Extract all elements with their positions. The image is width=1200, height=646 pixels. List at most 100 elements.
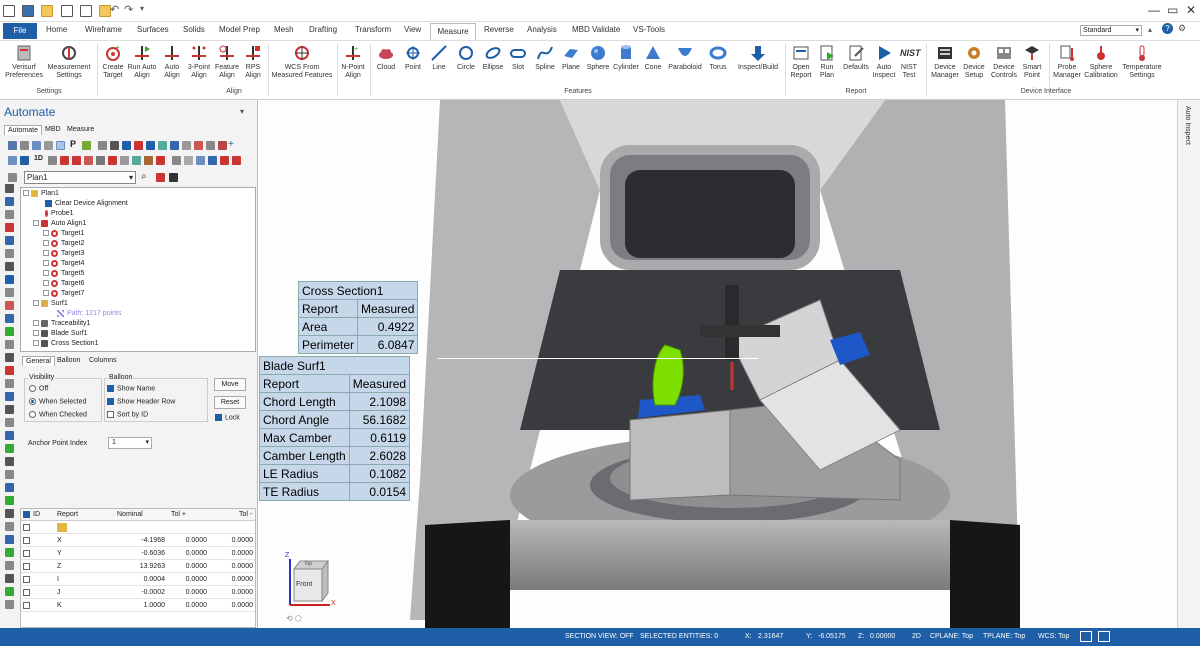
- auto-inspect-panel-tab[interactable]: Auto Inspect: [1177, 100, 1200, 628]
- toolbar-icon[interactable]: [146, 141, 155, 150]
- view-nav-icons[interactable]: ⟲ ⬡: [286, 614, 302, 623]
- toolstrip-icon[interactable]: [5, 340, 14, 349]
- view-mode-toggle[interactable]: 2D: [912, 633, 921, 640]
- checkbox-icon[interactable]: [23, 537, 30, 544]
- tree-node[interactable]: Surf1: [33, 299, 68, 308]
- toolbar-icon[interactable]: [84, 156, 93, 165]
- table-row[interactable]: Y -0.6036 0.0000 0.0000: [21, 548, 255, 560]
- tab-solids[interactable]: Solids: [183, 25, 205, 34]
- tab-mesh[interactable]: Mesh: [274, 25, 294, 34]
- toolstrip-icon[interactable]: [5, 236, 14, 245]
- tree-node[interactable]: Target6: [43, 279, 84, 288]
- defaults-button[interactable]: Defaults: [840, 44, 872, 72]
- toolbar-icon[interactable]: [98, 141, 107, 150]
- workspace-select[interactable]: Standard ▾: [1080, 25, 1142, 36]
- checkbox-icon[interactable]: [23, 524, 30, 531]
- tab-mbd-validate[interactable]: MBD Validate: [572, 25, 620, 34]
- toolstrip-icon[interactable]: [5, 496, 14, 505]
- measurement-settings-button[interactable]: Measurement Settings: [46, 44, 92, 80]
- tree-node[interactable]: Target7: [43, 289, 84, 298]
- create-target-button[interactable]: + Create Target: [100, 43, 126, 80]
- toolbar-icon[interactable]: [48, 156, 57, 165]
- toolbar-icon[interactable]: [96, 156, 105, 165]
- toolstrip-icon[interactable]: [5, 431, 14, 440]
- plane-button[interactable]: Plane: [559, 44, 583, 72]
- toolstrip-icon[interactable]: [5, 405, 14, 414]
- paraboloid-button[interactable]: Paraboloid: [666, 44, 704, 72]
- row-tol-plus[interactable]: 0.0000: [167, 563, 207, 570]
- close-icon[interactable]: ✕: [1186, 3, 1196, 17]
- move-button[interactable]: Move: [214, 378, 246, 391]
- cross-section-table[interactable]: Cross Section1 Report Measured Area 0.4922…: [297, 281, 419, 354]
- search-icon[interactable]: ⌕: [141, 171, 147, 182]
- toolbar-icon[interactable]: [56, 141, 65, 150]
- column-header-nominal[interactable]: Nominal: [117, 511, 143, 518]
- toolbar-icon[interactable]: [220, 156, 229, 165]
- line-button[interactable]: Line: [428, 44, 450, 72]
- toolbar-icon[interactable]: [44, 141, 53, 150]
- toolstrip-icon[interactable]: [5, 353, 14, 362]
- point-button[interactable]: Point: [401, 44, 425, 72]
- cylinder-button[interactable]: Cylinder: [611, 44, 641, 72]
- toolbar-icon[interactable]: [134, 141, 143, 150]
- tab-analysis[interactable]: Analysis: [527, 25, 557, 34]
- feature-align-button[interactable]: Feature Align: [213, 44, 241, 80]
- run-plan-button[interactable]: Run Plan: [815, 44, 839, 80]
- table-row[interactable]: J -0.0002 0.0000 0.0000: [21, 587, 255, 599]
- tplane-status[interactable]: TPLANE: Top: [983, 633, 1025, 640]
- toolbar-icon[interactable]: [232, 156, 241, 165]
- tab-balloon[interactable]: Balloon: [54, 356, 83, 365]
- visibility-off-radio[interactable]: Off: [29, 385, 48, 392]
- visibility-when-selected-radio[interactable]: When Selected: [29, 398, 86, 405]
- toolstrip-icon[interactable]: [5, 275, 14, 284]
- restore-icon[interactable]: ▭: [1167, 3, 1178, 17]
- visibility-when-checked-radio[interactable]: When Checked: [29, 411, 87, 418]
- toolbar-icon[interactable]: [156, 156, 165, 165]
- anchor-point-select[interactable]: 1 ▾: [108, 437, 152, 449]
- run-auto-align-button[interactable]: Run Auto Align: [127, 44, 157, 80]
- n-point-align-button[interactable]: + N-Point Align: [339, 44, 367, 80]
- row-tol-minus[interactable]: 0.0000: [211, 589, 253, 596]
- save-icon[interactable]: [22, 5, 35, 17]
- open-icon[interactable]: [41, 5, 54, 17]
- toolstrip-icon[interactable]: [5, 301, 14, 310]
- show-header-row-checkbox[interactable]: Show Header Row: [107, 398, 175, 405]
- sphere-calibration-button[interactable]: Sphere Calibration: [1083, 44, 1119, 80]
- tree-node[interactable]: Target4: [43, 259, 84, 268]
- cone-button[interactable]: Cone: [641, 44, 665, 72]
- toolstrip-icon[interactable]: [5, 327, 14, 336]
- row-nominal[interactable]: -0.0002: [101, 589, 165, 596]
- row-tol-minus[interactable]: 0.0000: [211, 537, 253, 544]
- torus-button[interactable]: Torus: [705, 44, 731, 72]
- expand-icon[interactable]: [43, 250, 49, 257]
- row-tol-minus[interactable]: 0.0000: [211, 576, 253, 583]
- wcs-from-measured-button[interactable]: WCS From Measured Features: [270, 44, 334, 80]
- reset-button[interactable]: Reset: [214, 396, 246, 409]
- ellipse-button[interactable]: Ellipse: [480, 44, 506, 72]
- row-tol-plus[interactable]: 0.0000: [167, 576, 207, 583]
- toolstrip-icon[interactable]: [5, 379, 14, 388]
- one-d-icon[interactable]: 1D: [34, 155, 43, 162]
- probe-manager-button[interactable]: Probe Manager: [1051, 44, 1083, 80]
- checkbox-icon[interactable]: [23, 576, 30, 583]
- tree-node[interactable]: Cross Section1: [33, 339, 98, 348]
- toolbar-icon[interactable]: [144, 156, 153, 165]
- tree-node[interactable]: Blade Surf1: [33, 329, 88, 338]
- column-header-report[interactable]: Report: [57, 511, 78, 518]
- tree-node[interactable]: Target2: [43, 239, 84, 248]
- cplane-status[interactable]: CPLANE: Top: [930, 633, 973, 640]
- device-setup-button[interactable]: Device Setup: [962, 44, 986, 80]
- minimize-icon[interactable]: —: [1148, 3, 1160, 17]
- toolbar-icon[interactable]: [110, 141, 119, 150]
- tree-node[interactable]: Traceability1: [33, 319, 90, 328]
- expand-icon[interactable]: [43, 260, 49, 267]
- tree-node[interactable]: Clear Device Alignment: [45, 199, 128, 208]
- toolbar-icon[interactable]: [8, 141, 17, 150]
- row-nominal[interactable]: -0.6036: [101, 550, 165, 557]
- toolstrip-icon[interactable]: [5, 470, 14, 479]
- toolstrip-icon[interactable]: [5, 418, 14, 427]
- tab-view[interactable]: View: [404, 25, 421, 34]
- auto-align-button[interactable]: Auto Align: [160, 44, 184, 80]
- select-all-checkbox[interactable]: [23, 511, 30, 518]
- tab-wireframe[interactable]: Wireframe: [85, 25, 122, 34]
